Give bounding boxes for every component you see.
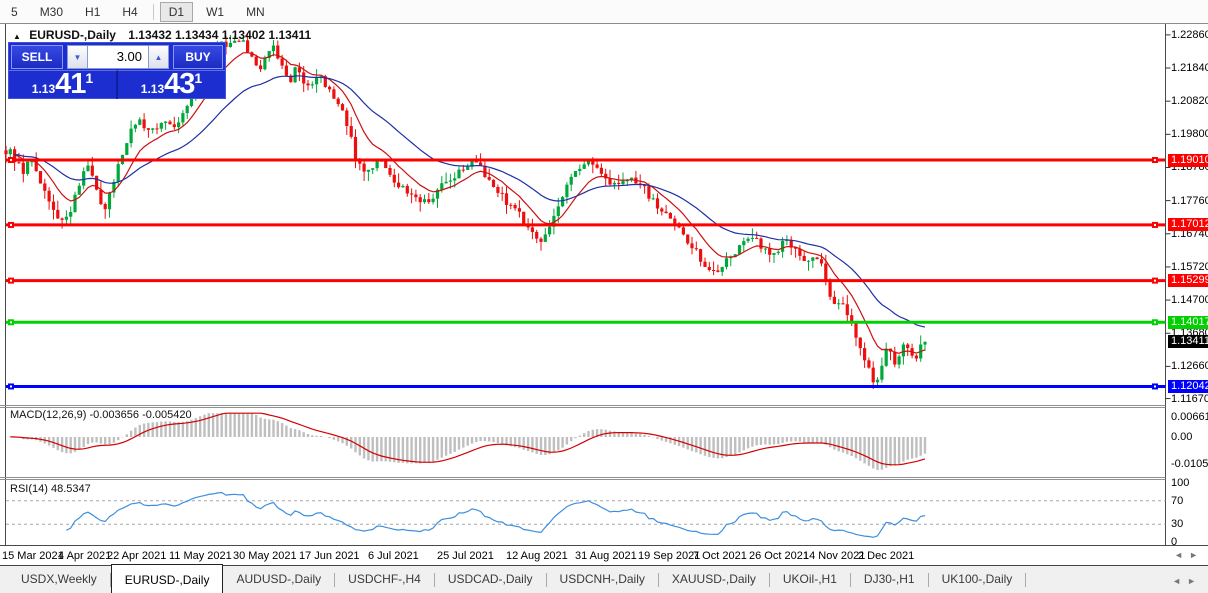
date-axis-label: 22 Apr 2021	[107, 550, 167, 562]
chart-tab-bar: USDX,Weekly EURUSD-,Daily AUDUSD-,Daily …	[0, 564, 1208, 593]
hline-price-label: 1.17012	[1168, 218, 1208, 231]
price-tick-label: 1.12660	[1171, 360, 1208, 372]
chevron-down-icon: ▼	[73, 52, 82, 62]
scroll-left-icon: ◄	[1174, 550, 1190, 560]
price-tick-label: 1.15720	[1171, 261, 1208, 273]
price-tick-label: 1.11670	[1171, 393, 1208, 405]
date-axis-label: 6 Jul 2021	[368, 550, 419, 562]
date-axis-label: 12 Aug 2021	[506, 550, 568, 562]
date-axis-label: 4 Apr 2021	[58, 550, 112, 562]
date-axis-label: 31 Aug 2021	[575, 550, 637, 562]
price-tick-label: 1.14700	[1171, 294, 1208, 306]
time-scroll-arrows[interactable]: ◄►	[1174, 550, 1204, 560]
tab-dj30-h1[interactable]: DJ30-,H1	[851, 566, 928, 593]
date-axis-label: 17 Jun 2021	[299, 550, 360, 562]
hline-price-label: 1.14017	[1168, 316, 1208, 329]
tab-uk100-daily[interactable]: UK100-,Daily	[929, 566, 1026, 593]
tab-usdchf-h4[interactable]: USDCHF-,H4	[335, 566, 434, 593]
time-axis: 15 Mar 2021 4 Apr 2021 22 Apr 2021 11 May 2…	[0, 548, 1208, 565]
one-click-trade-panel: SELL ▼ 3.00 ▲ BUY 1.13411 1.13431	[8, 42, 226, 99]
tab-ukoil-h1[interactable]: UKOil-,H1	[770, 566, 850, 593]
tab-xauusd-daily[interactable]: XAUUSD-,Daily	[659, 566, 769, 593]
trading-terminal: 5 M30 H1 H4 D1 W1 MN ▲ EURUSD-,Daily 1.1…	[0, 0, 1208, 593]
date-axis-label: 2 Dec 2021	[858, 550, 915, 562]
volume-input[interactable]: 3.00	[88, 45, 148, 69]
macd-axis-label: -0.010595	[1171, 458, 1208, 470]
tab-usdcnh-daily[interactable]: USDCNH-,Daily	[547, 566, 658, 593]
rsi-axis-label: 100	[1171, 477, 1190, 489]
date-axis-label: 11 May 2021	[169, 550, 232, 562]
price-tick-label: 1.21840	[1171, 62, 1208, 74]
hline-price-label: 1.15299	[1168, 274, 1208, 287]
date-axis-label: 7 Oct 2021	[693, 550, 747, 562]
buy-button[interactable]: BUY	[173, 45, 223, 69]
collapse-triangle-icon[interactable]: ▲	[13, 32, 21, 41]
date-axis-label: 25 Jul 2021	[437, 550, 494, 562]
scroll-right-icon: ►	[1187, 576, 1202, 586]
macd-indicator-label: MACD(12,26,9) -0.003656 -0.005420	[10, 409, 192, 421]
price-tick-label: 1.17760	[1171, 195, 1208, 207]
volume-increase-button[interactable]: ▲	[148, 45, 169, 69]
tab-usdx-weekly[interactable]: USDX,Weekly	[8, 566, 110, 593]
price-tick-label: 1.19800	[1171, 128, 1208, 140]
chart-title: ▲ EURUSD-,Daily 1.13432 1.13434 1.13402 …	[13, 28, 311, 42]
bid-price[interactable]: 1.13411	[9, 70, 118, 99]
rsi-axis-label: 0	[1171, 536, 1178, 548]
price-tick-label: 1.22860	[1171, 29, 1208, 41]
date-axis-label: 14 Nov 2021	[803, 550, 866, 562]
date-axis-label: 26 Oct 2021	[749, 550, 809, 562]
date-axis-label: 19 Sep 2021	[638, 550, 701, 562]
macd-axis-label: 0.006611	[1171, 411, 1208, 423]
rsi-axis-label: 70	[1171, 495, 1184, 507]
date-axis-label: 15 Mar 2021	[2, 550, 64, 562]
tab-eurusd-daily[interactable]: EURUSD-,Daily	[110, 564, 224, 593]
current-price-label: 1.13411	[1168, 335, 1208, 348]
sell-button[interactable]: SELL	[11, 45, 63, 69]
tab-scroll-arrows[interactable]: ◄►	[1172, 576, 1202, 586]
ohlc-quotes: 1.13432 1.13434 1.13402 1.13411	[128, 28, 312, 42]
scroll-right-icon: ►	[1189, 550, 1204, 560]
rsi-indicator-label: RSI(14) 48.5347	[10, 483, 91, 495]
date-axis-label: 30 May 2021	[233, 550, 297, 562]
tab-audusd-daily[interactable]: AUDUSD-,Daily	[223, 566, 334, 593]
hline-price-label: 1.19010	[1168, 154, 1208, 167]
rsi-axis-label: 30	[1171, 518, 1184, 530]
volume-decrease-button[interactable]: ▼	[67, 45, 88, 69]
ask-price[interactable]: 1.13431	[118, 70, 225, 99]
symbol-period-label: EURUSD-,Daily	[29, 28, 116, 42]
tab-usdcad-daily[interactable]: USDCAD-,Daily	[435, 566, 546, 593]
scroll-left-icon: ◄	[1172, 576, 1188, 586]
chevron-up-icon: ▲	[154, 52, 163, 62]
price-tick-label: 1.20820	[1171, 95, 1208, 107]
macd-axis-label: 0.00	[1171, 431, 1193, 443]
hline-price-label: 1.12042	[1168, 380, 1208, 393]
